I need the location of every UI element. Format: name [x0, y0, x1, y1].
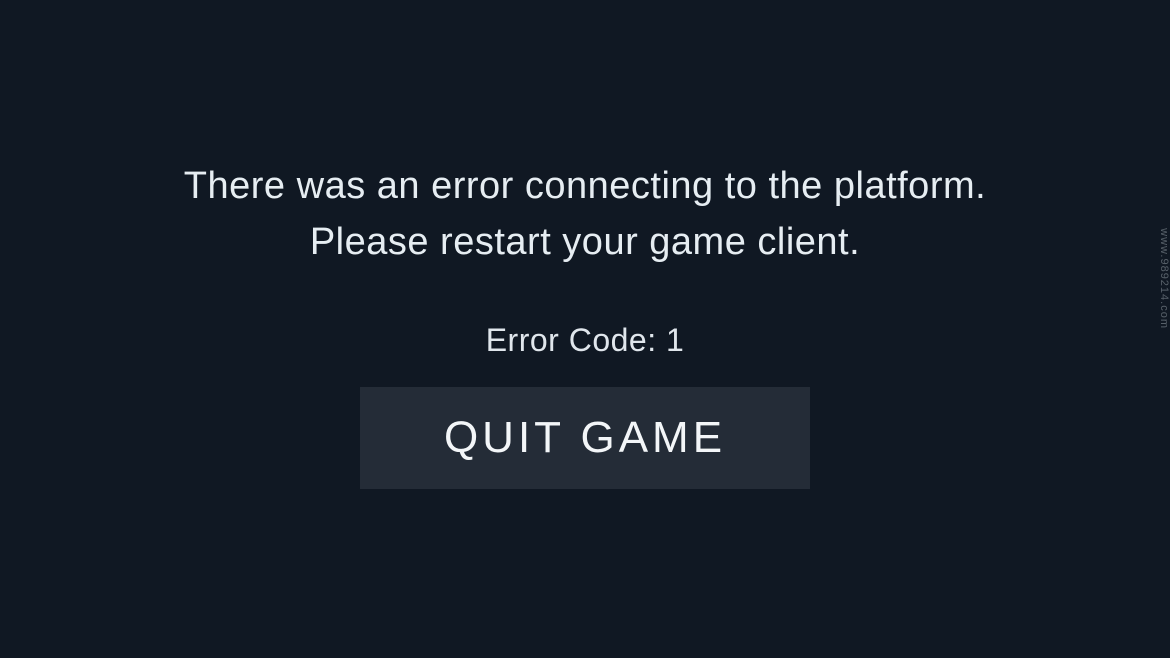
- quit-game-button[interactable]: QUIT GAME: [360, 387, 810, 489]
- error-dialog: There was an error connecting to the pla…: [0, 159, 1170, 488]
- watermark-text: www.989214.com: [1158, 228, 1170, 329]
- error-message: There was an error connecting to the pla…: [120, 159, 1050, 269]
- error-code-label: Error Code: 1: [486, 322, 685, 359]
